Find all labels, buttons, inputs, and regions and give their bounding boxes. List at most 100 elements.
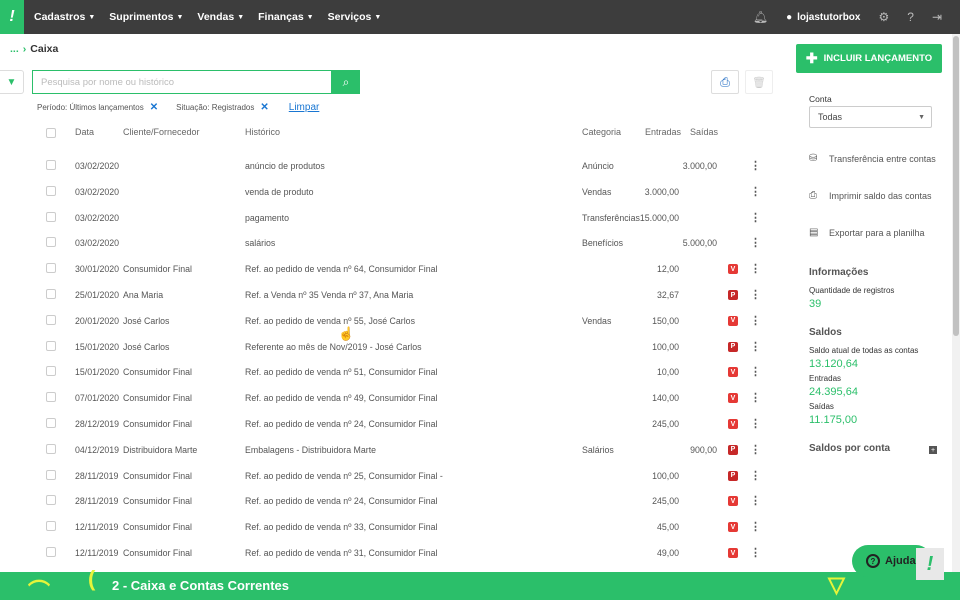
row-checkbox[interactable] [46, 443, 56, 454]
close-icon[interactable]: ✕ [260, 102, 268, 113]
row-checkbox[interactable] [46, 495, 56, 506]
row-menu-icon[interactable]: ⋮ [750, 211, 761, 224]
close-icon[interactable]: ✕ [150, 102, 158, 113]
column-header-client[interactable]: Cliente/Fornecedor [123, 127, 200, 137]
row-checkbox[interactable] [46, 340, 56, 351]
print-button[interactable]: ⎙ [711, 70, 739, 94]
select-all-checkbox[interactable] [46, 128, 56, 138]
cell-in: 12,00 [656, 264, 679, 275]
table-row[interactable]: 28/12/2019 Consumidor Final Ref. ao pedido… [0, 410, 790, 436]
table-row[interactable]: 28/11/2019 Consumidor Final Ref. ao pedido… [0, 487, 790, 513]
filter-icon[interactable]: ▼ [0, 70, 24, 94]
table-row[interactable] [0, 142, 790, 152]
balance-per-account-title[interactable]: Saldos por conta [809, 443, 890, 454]
search-button[interactable]: ⌕ [332, 70, 360, 94]
column-header-date[interactable]: Data [75, 127, 94, 137]
nav-financas[interactable]: Finanças ▼ [258, 11, 313, 23]
sale-badge-icon[interactable]: V [728, 393, 738, 404]
row-menu-icon[interactable]: ⋮ [750, 288, 761, 301]
row-menu-icon[interactable]: ⋮ [750, 262, 761, 275]
payment-badge-icon[interactable]: P [728, 444, 738, 455]
sale-badge-icon[interactable]: V [728, 548, 738, 558]
row-checkbox[interactable] [46, 314, 56, 325]
cell-client: Consumidor Final [123, 470, 192, 481]
sale-badge-icon[interactable]: V [728, 367, 738, 378]
row-checkbox[interactable] [46, 160, 56, 170]
logout-icon[interactable]: ⇥ [932, 10, 942, 24]
table-row[interactable]: 30/01/2020 Consumidor Final Ref. ao pedido… [0, 255, 790, 281]
row-checkbox[interactable] [46, 211, 56, 222]
user-menu[interactable]: ● lojastutorbox [786, 12, 860, 23]
table-row[interactable]: 15/01/2020 Consumidor Final Ref. ao pedido… [0, 358, 790, 384]
app-logo[interactable]: ! [0, 0, 24, 34]
payment-badge-icon[interactable]: P [728, 290, 738, 300]
nav-servicos[interactable]: Serviços ▼ [328, 11, 382, 23]
row-checkbox[interactable] [46, 418, 56, 428]
row-menu-icon[interactable]: ⋮ [750, 520, 761, 533]
row-menu-icon[interactable]: ⋮ [750, 159, 761, 172]
table-row[interactable]: 03/02/2020 pagamento Transferências 15.000,… [0, 204, 790, 230]
row-menu-icon[interactable]: ⋮ [750, 365, 761, 378]
delete-button[interactable]: 🗑︎ [745, 70, 773, 94]
row-checkbox[interactable] [46, 392, 56, 403]
row-checkbox[interactable] [46, 185, 56, 196]
expand-plus-icon[interactable]: + [929, 446, 937, 454]
table-row[interactable]: 03/02/2020 anúncio de produtos Anúncio 3.00… [0, 152, 790, 178]
row-menu-icon[interactable]: ⋮ [750, 494, 761, 507]
print-balance-link[interactable]: ⎙ Imprimir saldo das contas [809, 190, 932, 201]
row-menu-icon[interactable]: ⋮ [750, 391, 761, 404]
table-row[interactable]: 15/01/2020 José Carlos Referente ao mês de… [0, 333, 790, 359]
row-menu-icon[interactable]: ⋮ [750, 314, 761, 327]
help-circle-icon[interactable]: ? [907, 10, 914, 24]
sale-badge-icon[interactable]: V [728, 264, 738, 275]
gear-icon[interactable]: ⚙ [878, 10, 889, 24]
table-row[interactable]: 03/02/2020 venda de produto Vendas 3.000,00… [0, 178, 790, 204]
row-menu-icon[interactable]: ⋮ [750, 469, 761, 482]
table-row[interactable]: 12/11/2019 Consumidor Final Ref. ao pedido… [0, 513, 790, 539]
row-checkbox[interactable] [46, 263, 56, 274]
sale-badge-icon[interactable]: V [728, 419, 738, 429]
column-header-history[interactable]: Histórico [245, 127, 280, 137]
transfer-link[interactable]: ⛁ Transferência entre contas [809, 153, 936, 164]
table-row[interactable]: 04/12/2019 Distribuidora Marte Embalagens … [0, 436, 790, 462]
column-header-category[interactable]: Categoria [582, 127, 621, 137]
column-header-in[interactable]: Entradas [645, 127, 681, 137]
scrollbar-thumb[interactable] [953, 36, 959, 336]
payment-badge-icon[interactable]: P [728, 341, 738, 352]
row-menu-icon[interactable]: ⋮ [750, 340, 761, 353]
row-checkbox[interactable] [46, 469, 56, 480]
row-menu-icon[interactable]: ⋮ [750, 185, 761, 198]
row-menu-icon[interactable]: ⋮ [750, 443, 761, 456]
table-row[interactable]: 28/11/2019 Consumidor Final Ref. ao pedido… [0, 462, 790, 488]
sale-badge-icon[interactable]: V [728, 315, 738, 326]
add-entry-button[interactable]: ✚ INCLUIR LANÇAMENTO [796, 44, 942, 73]
sale-badge-icon[interactable]: V [728, 522, 738, 533]
column-header-out[interactable]: Saídas [690, 127, 718, 137]
cell-client: Consumidor Final [123, 419, 192, 429]
table-row[interactable]: 07/01/2020 Consumidor Final Ref. ao pedido… [0, 384, 790, 410]
row-menu-icon[interactable]: ⋮ [750, 236, 761, 249]
table-row[interactable]: 03/02/2020 salários Benefícios 5.000,00 ⋮ [0, 229, 790, 255]
account-select[interactable]: Todas ▼ [809, 106, 932, 128]
bell-icon[interactable]: 🔔︎ [753, 10, 768, 24]
export-link[interactable]: ▤ Exportar para a planilha [809, 227, 925, 238]
nav-cadastros[interactable]: Cadastros ▼ [34, 11, 95, 23]
nav-vendas[interactable]: Vendas ▼ [197, 11, 244, 23]
sale-badge-icon[interactable]: V [728, 496, 738, 507]
row-menu-icon[interactable]: ⋮ [750, 546, 761, 559]
row-checkbox[interactable] [46, 237, 56, 248]
row-checkbox[interactable] [46, 547, 56, 557]
row-checkbox[interactable] [46, 289, 56, 299]
table-row[interactable]: 20/01/2020 José Carlos Ref. ao pedido de v… [0, 307, 790, 333]
row-checkbox[interactable] [46, 521, 56, 532]
table-row[interactable]: 12/11/2019 Consumidor Final Ref. ao pedido… [0, 539, 790, 565]
table-row[interactable]: 25/01/2020 Ana Maria Ref. a Venda nº 35 Ve… [0, 281, 790, 307]
row-checkbox[interactable] [46, 366, 56, 377]
search-input[interactable] [32, 70, 332, 94]
row-menu-icon[interactable]: ⋮ [750, 417, 761, 430]
nav-suprimentos[interactable]: Suprimentos ▼ [109, 11, 183, 23]
payment-badge-icon[interactable]: P [728, 470, 738, 481]
page-scrollbar[interactable] [952, 34, 960, 574]
clear-filters-link[interactable]: Limpar [289, 102, 320, 113]
breadcrumb-dots[interactable]: ... [10, 43, 19, 55]
